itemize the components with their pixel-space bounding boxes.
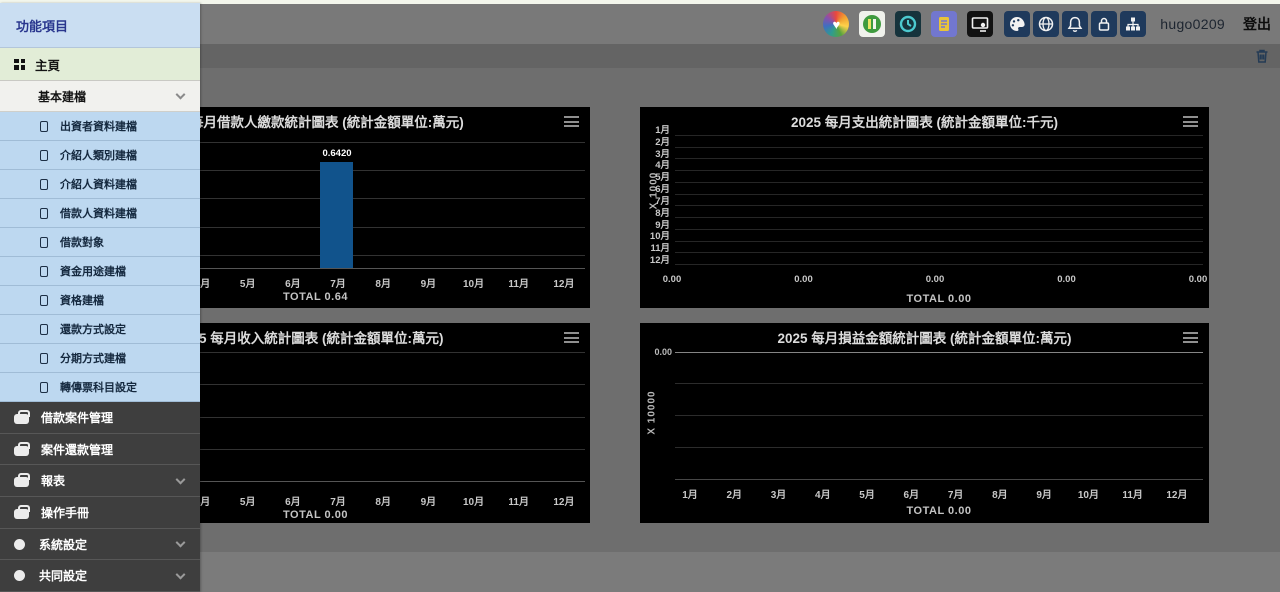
sidebar-item-label: 報表 bbox=[41, 472, 65, 489]
briefcase-icon bbox=[14, 477, 29, 487]
sidebar-item-label: 系統設定 bbox=[39, 536, 87, 553]
scroll-icon[interactable] bbox=[931, 11, 957, 37]
sidebar-item-repayment-method[interactable]: 還款方式設定 bbox=[0, 315, 200, 344]
clock-icon[interactable] bbox=[895, 11, 921, 37]
x-axis-tick-labels: 0.000.000.000.000.00 bbox=[652, 274, 1218, 285]
bar-july bbox=[320, 162, 353, 268]
bell-icon[interactable] bbox=[1062, 11, 1088, 37]
sidebar-item-label: 借款案件管理 bbox=[41, 409, 113, 426]
sidebar-item-label: 操作手冊 bbox=[41, 504, 89, 521]
sidebar-item-referrer-data[interactable]: 介紹人資料建檔 bbox=[0, 170, 200, 199]
sidebar-title: 功能項目 bbox=[0, 3, 200, 48]
x-axis-labels: 1月2月3月4月5月6月7月8月9月10月11月12月 bbox=[669, 486, 1198, 501]
chart-menu-icon[interactable] bbox=[564, 116, 579, 127]
chevron-down-icon bbox=[176, 90, 186, 100]
grid-icon bbox=[14, 59, 25, 70]
projector-icon[interactable] bbox=[967, 11, 993, 37]
sidebar-item-label: 分期方式建檔 bbox=[60, 350, 126, 366]
sidebar-item-manual[interactable]: 操作手冊 bbox=[0, 497, 200, 529]
sidebar-item-label: 介紹人類別建檔 bbox=[60, 147, 137, 163]
sidebar-item-label: 轉傳票科目設定 bbox=[60, 379, 137, 395]
doc-icon bbox=[40, 353, 48, 364]
doc-icon bbox=[40, 237, 48, 248]
sidebar-item-qualification[interactable]: 資格建檔 bbox=[0, 286, 200, 315]
circle-icon bbox=[14, 570, 25, 581]
sidebar: 功能項目 主頁 基本建檔 出資者資料建檔 介紹人類別建檔 介紹人資料建檔 借款人… bbox=[0, 3, 200, 592]
chevron-down-icon bbox=[176, 474, 186, 484]
chart-menu-icon[interactable] bbox=[1183, 116, 1198, 127]
sidebar-item-label: 共同設定 bbox=[39, 567, 87, 584]
sidebar-item-label: 借款對象 bbox=[60, 234, 104, 250]
username-label[interactable]: hugo0209 bbox=[1160, 16, 1225, 32]
doc-icon bbox=[40, 179, 48, 190]
chevron-down-icon bbox=[176, 538, 186, 548]
trash-icon[interactable] bbox=[1253, 47, 1271, 65]
chart-panel-expense: 2025 每月支出統計圖表 (統計金額單位:千元) 1月2月3月4月5月6月7月… bbox=[640, 107, 1209, 308]
sidebar-item-reports[interactable]: 報表 bbox=[0, 465, 200, 497]
chart-menu-icon[interactable] bbox=[1183, 332, 1198, 343]
doc-icon bbox=[40, 121, 48, 132]
chart-total-label: TOTAL 0.00 bbox=[675, 505, 1203, 517]
sidebar-item-investor-data[interactable]: 出資者資料建檔 bbox=[0, 112, 200, 141]
sidebar-item-label: 借款人資料建檔 bbox=[60, 205, 137, 221]
sidebar-item-home[interactable]: 主頁 bbox=[0, 48, 200, 81]
doc-icon bbox=[40, 150, 48, 161]
sidebar-item-common-settings[interactable]: 共同設定 bbox=[0, 560, 200, 592]
sidebar-item-borrower-data[interactable]: 借款人資料建檔 bbox=[0, 199, 200, 228]
chart-title: 2025 每月支出統計圖表 (統計金額單位:千元) bbox=[640, 111, 1209, 131]
colorful-logo-icon[interactable]: ♥ bbox=[823, 11, 849, 37]
sidebar-item-label: 案件還款管理 bbox=[41, 441, 113, 458]
sidebar-item-installment-method[interactable]: 分期方式建檔 bbox=[0, 344, 200, 373]
y-axis-multiplier-label: X 1000 bbox=[649, 161, 660, 221]
briefcase-icon bbox=[14, 509, 29, 519]
sidebar-item-system-settings[interactable]: 系統設定 bbox=[0, 529, 200, 561]
sidebar-item-label: 還款方式設定 bbox=[60, 321, 126, 337]
sidebar-item-referrer-category[interactable]: 介紹人類別建檔 bbox=[0, 141, 200, 170]
globe-icon[interactable] bbox=[1033, 11, 1059, 37]
green-finance-icon[interactable] bbox=[859, 11, 885, 37]
sidebar-dark-section: 借款案件管理 案件還款管理 報表 操作手冊 系統設定 共同設定 bbox=[0, 402, 200, 592]
chart-total-label: TOTAL 0.00 bbox=[675, 293, 1203, 305]
sidebar-group-basic-files[interactable]: 基本建檔 bbox=[0, 81, 200, 112]
chevron-down-icon bbox=[176, 569, 186, 579]
chart-menu-icon[interactable] bbox=[564, 332, 579, 343]
logout-button[interactable]: 登出 bbox=[1243, 14, 1271, 34]
briefcase-icon bbox=[14, 446, 29, 456]
sidebar-item-label: 資格建檔 bbox=[60, 292, 104, 308]
sidebar-item-case-repayment-mgmt[interactable]: 案件還款管理 bbox=[0, 434, 200, 466]
bar-value-label: 0.6420 bbox=[300, 148, 374, 159]
sidebar-item-label: 主頁 bbox=[35, 55, 60, 74]
y-axis-multiplier-label: X 10000 bbox=[647, 383, 658, 443]
sidebar-item-label: 資金用途建檔 bbox=[60, 263, 126, 279]
lock-icon[interactable] bbox=[1091, 11, 1117, 37]
sidebar-item-label: 介紹人資料建檔 bbox=[60, 176, 137, 192]
sidebar-item-loan-target[interactable]: 借款對象 bbox=[0, 228, 200, 257]
sidebar-item-label: 出資者資料建檔 bbox=[60, 118, 137, 134]
sidebar-group-label: 基本建檔 bbox=[38, 88, 86, 105]
sidebar-item-fund-usage[interactable]: 資金用途建檔 bbox=[0, 257, 200, 286]
doc-icon bbox=[40, 295, 48, 306]
palette-icon[interactable] bbox=[1004, 11, 1030, 37]
briefcase-icon bbox=[14, 414, 29, 424]
doc-icon bbox=[40, 266, 48, 277]
doc-icon bbox=[40, 208, 48, 219]
sidebar-item-loan-case-mgmt[interactable]: 借款案件管理 bbox=[0, 402, 200, 434]
chart-title: 2025 每月損益金額統計圖表 (統計金額單位:萬元) bbox=[640, 327, 1209, 347]
doc-icon bbox=[40, 324, 48, 335]
topbar-right-group: ♥ hugo0209 登出 bbox=[813, 11, 1275, 37]
y-axis-zero-label: 0.00 bbox=[640, 347, 672, 357]
chart-panel-profit-loss: 2025 每月損益金額統計圖表 (統計金額單位:萬元) 0.00 X 10000… bbox=[640, 323, 1209, 523]
doc-icon bbox=[40, 382, 48, 393]
sidebar-item-voucher-subject[interactable]: 轉傳票科目設定 bbox=[0, 373, 200, 402]
circle-icon bbox=[14, 539, 25, 550]
sitemap-icon[interactable] bbox=[1120, 11, 1146, 37]
